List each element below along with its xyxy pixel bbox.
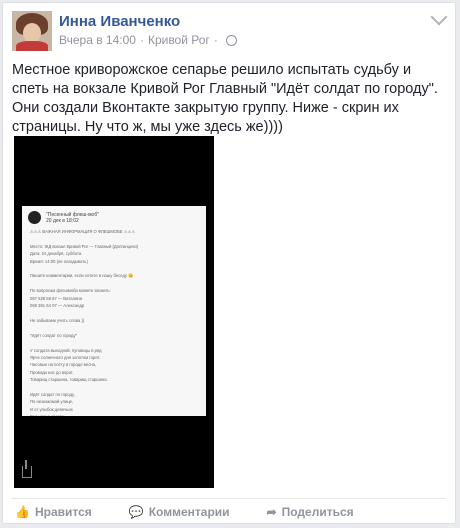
screenshot-text-line: По вопросам флешмоба можете звонить: [30,288,111,294]
screenshot-text-line [30,309,198,316]
divider [12,498,446,499]
screenshot-text-line [30,265,198,272]
screenshot-text-line: Место: ЖД вокзал Кривой Рог — Главный (Д… [30,243,139,249]
screenshot-text-line [30,280,198,287]
group-name: "Песенный флеш-моб" [46,211,99,218]
action-bar: 👍 Нравится 💬 Комментарии ➦ Поделиться [3,505,455,519]
post-meta: Вчера в 14:00 · Кривой Рог · [59,33,237,47]
post-location[interactable]: Кривой Рог [148,33,210,47]
screenshot-text-line: Часовые на посту в городе весна, [30,362,97,368]
screenshot-text-line: 067 528 58 67 — Виталина [30,295,83,301]
thumbs-up-icon: 👍 [15,505,30,519]
screenshot-text-line: Товарищ старшина, товарищ старшина. [30,377,108,383]
screenshot-text-line: Пишите комментарии, если хотите в нашу б… [30,273,134,279]
screenshot-text-line: Идёт солдат по городу, [30,391,75,397]
comment-button[interactable]: 💬 Комментарии [129,505,230,519]
group-date: 20 дек в 18:02 [46,217,79,224]
share-arrow-icon: ➦ [266,505,277,519]
post-card: Инна Иванченко Вчера в 14:00 · Кривой Ро… [2,2,456,524]
author-name[interactable]: Инна Иванченко [59,13,180,30]
post-text: Местное криворожское сепарье решило испы… [12,62,438,135]
screenshot-text-line: У солдата выходной, пуговицы в ряд [30,347,102,353]
like-label: Нравится [34,505,92,519]
screenshot-content: "Песенный флеш-моб" 20 дек в 18:02 ⚠⚠⚠ В… [22,206,206,416]
screenshot-text-line [30,339,198,346]
screenshot-text-line: По незнакомой улице, [30,399,74,405]
screenshot-text-line: Ярче солнечного дня золотом горят. [30,354,101,360]
post-image[interactable]: "Песенный флеш-моб" 20 дек в 18:02 ⚠⚠⚠ В… [14,136,214,488]
screenshot-text-line: Дата: 24 декабря, суббота [30,251,82,257]
group-logo-icon [28,211,41,224]
comment-label: Комментарии [148,505,230,519]
screenshot-text-line: "Идёт солдат по городу" [30,332,78,338]
screenshot-text-line [30,324,198,331]
screenshot-text-line: Не забываем учить слова )) [30,317,85,323]
screenshot-text-line: Проводи нас до ворот, [30,369,74,375]
avatar[interactable] [12,11,52,51]
comment-icon: 💬 [128,505,144,519]
screenshot-text-line: Вся улица светла. [30,413,198,416]
chevron-down-icon[interactable] [430,8,448,26]
screenshot-text-line: Время: 14:00 (не опаздывать) [30,258,88,264]
share-button[interactable]: ➦ Поделиться [267,505,354,519]
screenshot-text-line [30,235,198,242]
like-button[interactable]: 👍 Нравится [15,505,92,519]
globe-icon [225,34,237,46]
screenshot-text-line [30,384,198,391]
share-icon[interactable] [22,460,32,478]
post-time[interactable]: Вчера в 14:00 [59,33,136,47]
share-label: Поделиться [281,505,354,519]
separator: · [139,33,144,47]
separator: · [213,33,218,47]
screenshot-text-line: ⚠⚠⚠ ВАЖНАЯ ИНФОРМАЦИЯ О ФЛЕШМОБЕ ⚠⚠⚠ [30,229,136,234]
screenshot-text-line: 068 361 64 07 — Александр [30,303,85,309]
screenshot-text-line: И от улыбок девичьих [30,406,73,412]
